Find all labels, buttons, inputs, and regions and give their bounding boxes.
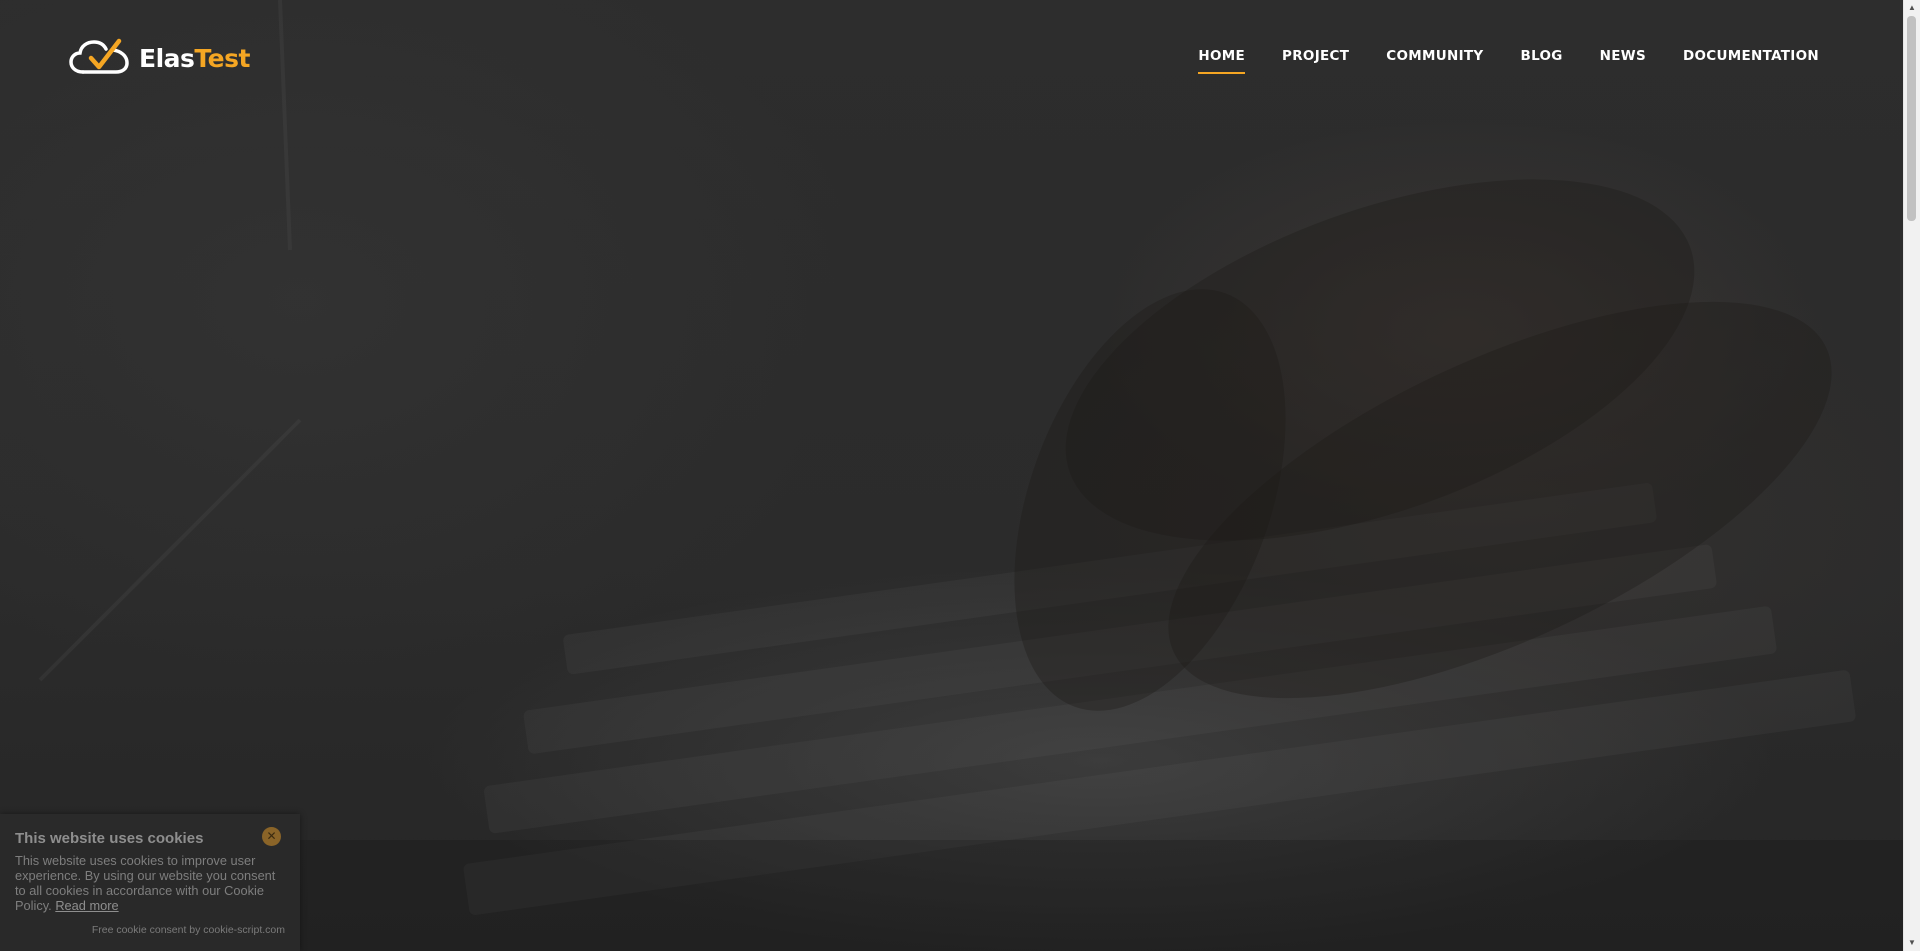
page: ElasTest HOME PROJECT COMMUNITY BLOG NEW… [0,0,1920,951]
elastest-logo[interactable]: ElasTest [69,38,250,78]
nav-item-news[interactable]: NEWS [1600,48,1646,72]
cookie-banner: This website uses cookies ✕ This website… [0,814,300,951]
hero-background [0,0,1904,951]
vertical-scrollbar[interactable]: ▲ ▼ [1903,0,1920,951]
main-nav: HOME PROJECT COMMUNITY BLOG NEWS DOCUMEN… [1161,48,1819,74]
nav-item-home[interactable]: HOME [1198,48,1245,74]
scroll-down-arrow-icon[interactable]: ▼ [1904,935,1920,951]
read-more-link[interactable]: Read more [55,898,118,913]
logo-text-elas: Elas [139,43,195,73]
nav-item-project[interactable]: PROJECT [1282,48,1349,72]
cookie-banner-footer[interactable]: Free cookie consent by cookie-script.com [92,924,285,936]
nav-item-documentation[interactable]: DOCUMENTATION [1683,48,1819,72]
nav-item-blog[interactable]: BLOG [1521,48,1563,72]
nav-item-community[interactable]: COMMUNITY [1386,48,1483,72]
close-icon[interactable]: ✕ [262,827,281,846]
cookie-banner-text: This website uses cookies to improve use… [15,853,287,913]
scroll-up-arrow-icon[interactable]: ▲ [1904,0,1920,16]
cookie-banner-title: This website uses cookies [15,830,204,847]
cloud-check-icon [69,38,129,74]
scrollbar-thumb[interactable] [1907,16,1916,221]
keyboard-photo-illustration [0,0,1904,951]
logo-text-test: Test [194,43,250,73]
logo-wordmark: ElasTest [139,44,250,73]
